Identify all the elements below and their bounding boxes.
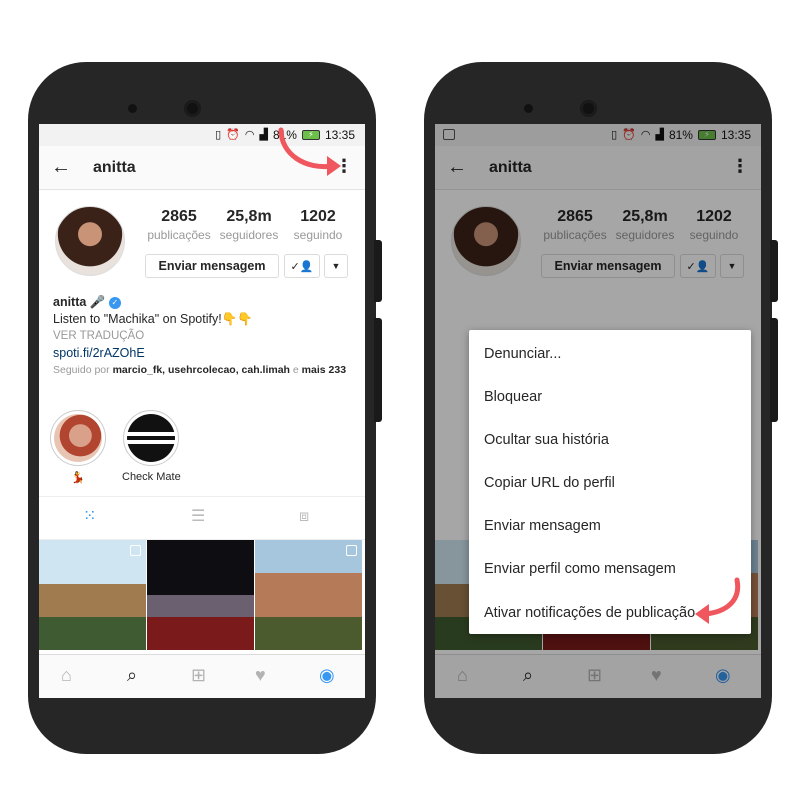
wifi-icon: ◠ (244, 128, 255, 141)
suggestions-button[interactable]: ▼ (324, 254, 348, 278)
kebab-icon[interactable]: ⋮ (335, 157, 353, 175)
following-check-icon: ✓👤 (290, 260, 314, 273)
verified-badge-icon: ✓ (108, 296, 121, 309)
send-message-button[interactable]: Enviar mensagem (145, 254, 279, 278)
post-thumbnail[interactable] (39, 540, 146, 650)
grid-icon[interactable]: ⁙ (83, 509, 96, 525)
phone-right: ▯ ⏰ ◠ ▟ 81% ⚡ 13:35 ← anitta ⋮ 2865 publ… (424, 62, 778, 754)
story-highlight-1[interactable] (50, 410, 106, 466)
menu-item-hide-story[interactable]: Ocultar sua história (484, 432, 609, 448)
avatar[interactable] (55, 206, 125, 276)
screen-menu-open: ▯ ⏰ ◠ ▟ 81% ⚡ 13:35 ← anitta ⋮ 2865 publ… (435, 124, 761, 698)
tagged-icon[interactable]: ⧈ (299, 509, 309, 525)
menu-item-copy-url[interactable]: Copiar URL do perfil (484, 475, 615, 491)
power-button (770, 318, 778, 422)
power-button (374, 318, 382, 422)
stat-followers-value: 25,8m (226, 208, 272, 225)
profile-bio: anitta 🎤 ✓ Listen to "Machika" on Spotif… (53, 294, 353, 379)
list-icon[interactable]: ☰ (191, 509, 205, 525)
followed-by-more: mais 233 (301, 364, 347, 376)
options-menu: Denunciar... Bloquear Ocultar sua histór… (469, 330, 751, 634)
volume-button (374, 240, 382, 302)
menu-item-report[interactable]: Denunciar... (484, 346, 561, 362)
status-bar: ▯ ⏰ ◠ ▟ 81% ⚡ 13:35 (39, 124, 365, 146)
followed-by-and: e (292, 364, 299, 376)
profile-app-bar: ← anitta ⋮ (39, 146, 365, 190)
caret-down-icon: ▼ (331, 261, 341, 271)
post-thumbnail[interactable] (147, 540, 254, 650)
volume-button (770, 240, 778, 302)
microphone-emoji: 🎤 (89, 295, 106, 309)
menu-item-share-profile[interactable]: Enviar perfil como mensagem (484, 561, 676, 577)
bio-name: anitta (53, 295, 87, 309)
vibrate-icon: ▯ (215, 128, 222, 141)
stat-followers-label: seguidores (219, 228, 279, 242)
post-grid (39, 540, 365, 652)
post-thumbnail[interactable] (255, 540, 362, 650)
followed-by[interactable]: Seguido por marcio_fk, usehrcolecao, cah… (53, 362, 353, 379)
heart-icon[interactable]: ♥ (255, 666, 266, 684)
bottom-navigation: ⌂ ⌕ ⊞ ♥ ◉ (39, 654, 365, 698)
add-icon[interactable]: ⊞ (191, 666, 206, 684)
battery-icon: ⚡ (301, 130, 320, 140)
menu-item-send-message[interactable]: Enviar mensagem (484, 518, 601, 534)
stat-following-label: seguindo (293, 228, 343, 242)
alarm-icon: ⏰ (226, 128, 240, 141)
front-camera (184, 100, 201, 117)
stat-following[interactable]: 1202 seguindo (287, 208, 349, 242)
profile-username: anitta (93, 159, 136, 176)
multiple-photos-icon (130, 545, 141, 556)
stat-posts-value: 2865 (161, 208, 197, 225)
screen-profile: ▯ ⏰ ◠ ▟ 81% ⚡ 13:35 ← anitta ⋮ 2865 publ… (39, 124, 365, 698)
multiple-photos-icon (346, 545, 357, 556)
clock: 13:35 (324, 128, 355, 142)
highlight-2-label: Check Mate (122, 471, 181, 483)
phone-left: ▯ ⏰ ◠ ▟ 81% ⚡ 13:35 ← anitta ⋮ 2865 publ… (28, 62, 382, 754)
followed-by-prefix: Seguido por (53, 364, 110, 376)
highlight-1-label: 💃 (71, 472, 85, 484)
bio-text: Listen to "Machika" on Spotify!👇👇 (53, 312, 253, 326)
stat-following-value: 1202 (300, 208, 336, 225)
front-camera (580, 100, 597, 117)
sensor-dot (524, 104, 533, 113)
battery-percent: 81% (272, 128, 297, 142)
followed-by-names: marcio_fk, usehrcolecao, cah.limah (112, 364, 290, 376)
bio-link[interactable]: spoti.fi/2rAZOhE (53, 345, 353, 362)
menu-item-block[interactable]: Bloquear (484, 389, 542, 405)
arrow-left-icon[interactable]: ← (51, 156, 71, 179)
stat-posts-label: publicações (147, 228, 211, 242)
stat-followers[interactable]: 25,8m seguidores (213, 208, 285, 242)
profile-icon[interactable]: ◉ (319, 666, 335, 684)
stat-posts[interactable]: 2865 publicações (143, 208, 215, 242)
search-icon[interactable]: ⌕ (127, 666, 137, 684)
signal-icon: ▟ (259, 128, 268, 141)
following-button[interactable]: ✓👤 (284, 254, 320, 278)
profile-tabs: ⁙ ☰ ⧈ (39, 496, 365, 540)
see-translation-link[interactable]: VER TRADUÇÃO (53, 328, 353, 345)
home-icon[interactable]: ⌂ (61, 666, 72, 684)
story-highlight-2[interactable] (123, 410, 179, 466)
sensor-dot (128, 104, 137, 113)
highlight-thumbnail (127, 414, 175, 462)
menu-item-turn-on-post-notifications[interactable]: Ativar notificações de publicação (484, 605, 695, 621)
highlight-thumbnail (54, 414, 102, 462)
